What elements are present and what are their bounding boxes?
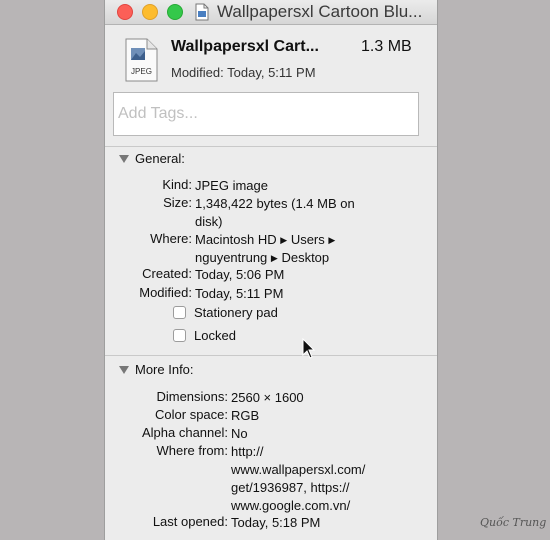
divider xyxy=(105,146,437,147)
disclosure-triangle-icon[interactable] xyxy=(119,365,129,374)
disclosure-triangle-icon[interactable] xyxy=(119,154,129,163)
file-name: Wallpapersxl Cart... xyxy=(171,38,319,55)
where-path-line: Macintosh HD ▶ Users ▶ xyxy=(195,231,335,249)
path-arrow-icon: ▶ xyxy=(280,235,288,245)
divider xyxy=(105,355,437,356)
where-label: Where: xyxy=(150,231,192,246)
maximize-button[interactable] xyxy=(167,4,183,20)
file-size: 1.3 MB xyxy=(361,38,412,55)
watermark: Quốc Trung xyxy=(480,516,547,529)
minimize-button[interactable] xyxy=(142,4,158,20)
created-value: Today, 5:06 PM xyxy=(195,267,285,282)
locked-option[interactable]: Locked xyxy=(173,328,236,343)
dimensions-label: Dimensions: xyxy=(156,389,228,404)
modified-summary: Modified: Today, 5:11 PM xyxy=(171,65,316,80)
path-segment: Users xyxy=(290,232,325,247)
jpeg-icon-label: JPEG xyxy=(131,67,152,76)
path-segment: Macintosh HD xyxy=(195,232,277,247)
more-info-section-toggle[interactable]: More Info: xyxy=(119,362,194,377)
modified-value: Today, 5:11 PM xyxy=(195,286,284,301)
window-title: Wallpapersxl Cartoon Blu... xyxy=(217,2,423,21)
color-space-value: RGB xyxy=(231,408,260,423)
document-icon xyxy=(195,3,209,21)
created-label: Created: xyxy=(142,266,192,281)
size-label: Size: xyxy=(163,195,192,210)
where-from-line: www.wallpapersxl.com/ xyxy=(231,462,366,477)
kind-value: JPEG image xyxy=(195,178,268,193)
title-bar[interactable]: Wallpapersxl Cartoon Blu... xyxy=(105,0,437,25)
stationery-pad-label: Stationery pad xyxy=(194,305,278,320)
path-arrow-icon: ▶ xyxy=(328,235,336,245)
last-opened-value: Today, 5:18 PM xyxy=(231,515,321,530)
locked-label: Locked xyxy=(194,328,236,343)
mouse-pointer-icon xyxy=(302,338,316,359)
general-section-toggle[interactable]: General: xyxy=(119,151,185,166)
locked-checkbox[interactable] xyxy=(173,329,186,342)
size-value: 1,348,422 bytes (1.4 MB on disk) xyxy=(195,195,355,231)
where-path-line: nguyentrung ▶ Desktop xyxy=(195,249,335,267)
path-segment: Desktop xyxy=(281,250,330,265)
where-from-line: http:// xyxy=(231,444,264,459)
path-segment: nguyentrung xyxy=(195,250,268,265)
size-value-line: 1,348,422 bytes (1.4 MB on xyxy=(195,196,355,211)
last-opened-label: Last opened: xyxy=(152,514,228,529)
where-from-line: www.google.com.vn/ xyxy=(231,498,351,513)
tags-input[interactable] xyxy=(113,92,419,136)
general-heading: General: xyxy=(135,151,185,166)
jpeg-file-icon: JPEG xyxy=(125,38,158,82)
kind-label: Kind: xyxy=(162,177,192,192)
close-button[interactable] xyxy=(117,4,133,20)
where-value: Macintosh HD ▶ Users ▶ nguyentrung ▶ Des… xyxy=(195,231,335,267)
where-from-label: Where from: xyxy=(156,443,228,458)
stationery-pad-checkbox[interactable] xyxy=(173,306,186,319)
color-space-label: Color space: xyxy=(155,407,228,422)
path-arrow-icon: ▶ xyxy=(270,253,278,263)
info-window: Wallpapersxl Cartoon Blu... JPEG Wallpap… xyxy=(104,0,438,540)
dimensions-value: 2560 × 1600 xyxy=(231,390,304,405)
modified-label: Modified: xyxy=(139,285,192,300)
where-from-line: get/1936987, https:// xyxy=(231,480,350,495)
stationery-pad-option[interactable]: Stationery pad xyxy=(173,305,278,320)
alpha-channel-label: Alpha channel: xyxy=(141,425,228,440)
where-from-value: http:// www.wallpapersxl.com/ get/193698… xyxy=(231,443,365,515)
size-value-line: disk) xyxy=(195,214,223,229)
more-info-heading: More Info: xyxy=(135,362,194,377)
alpha-channel-value: No xyxy=(231,426,248,441)
